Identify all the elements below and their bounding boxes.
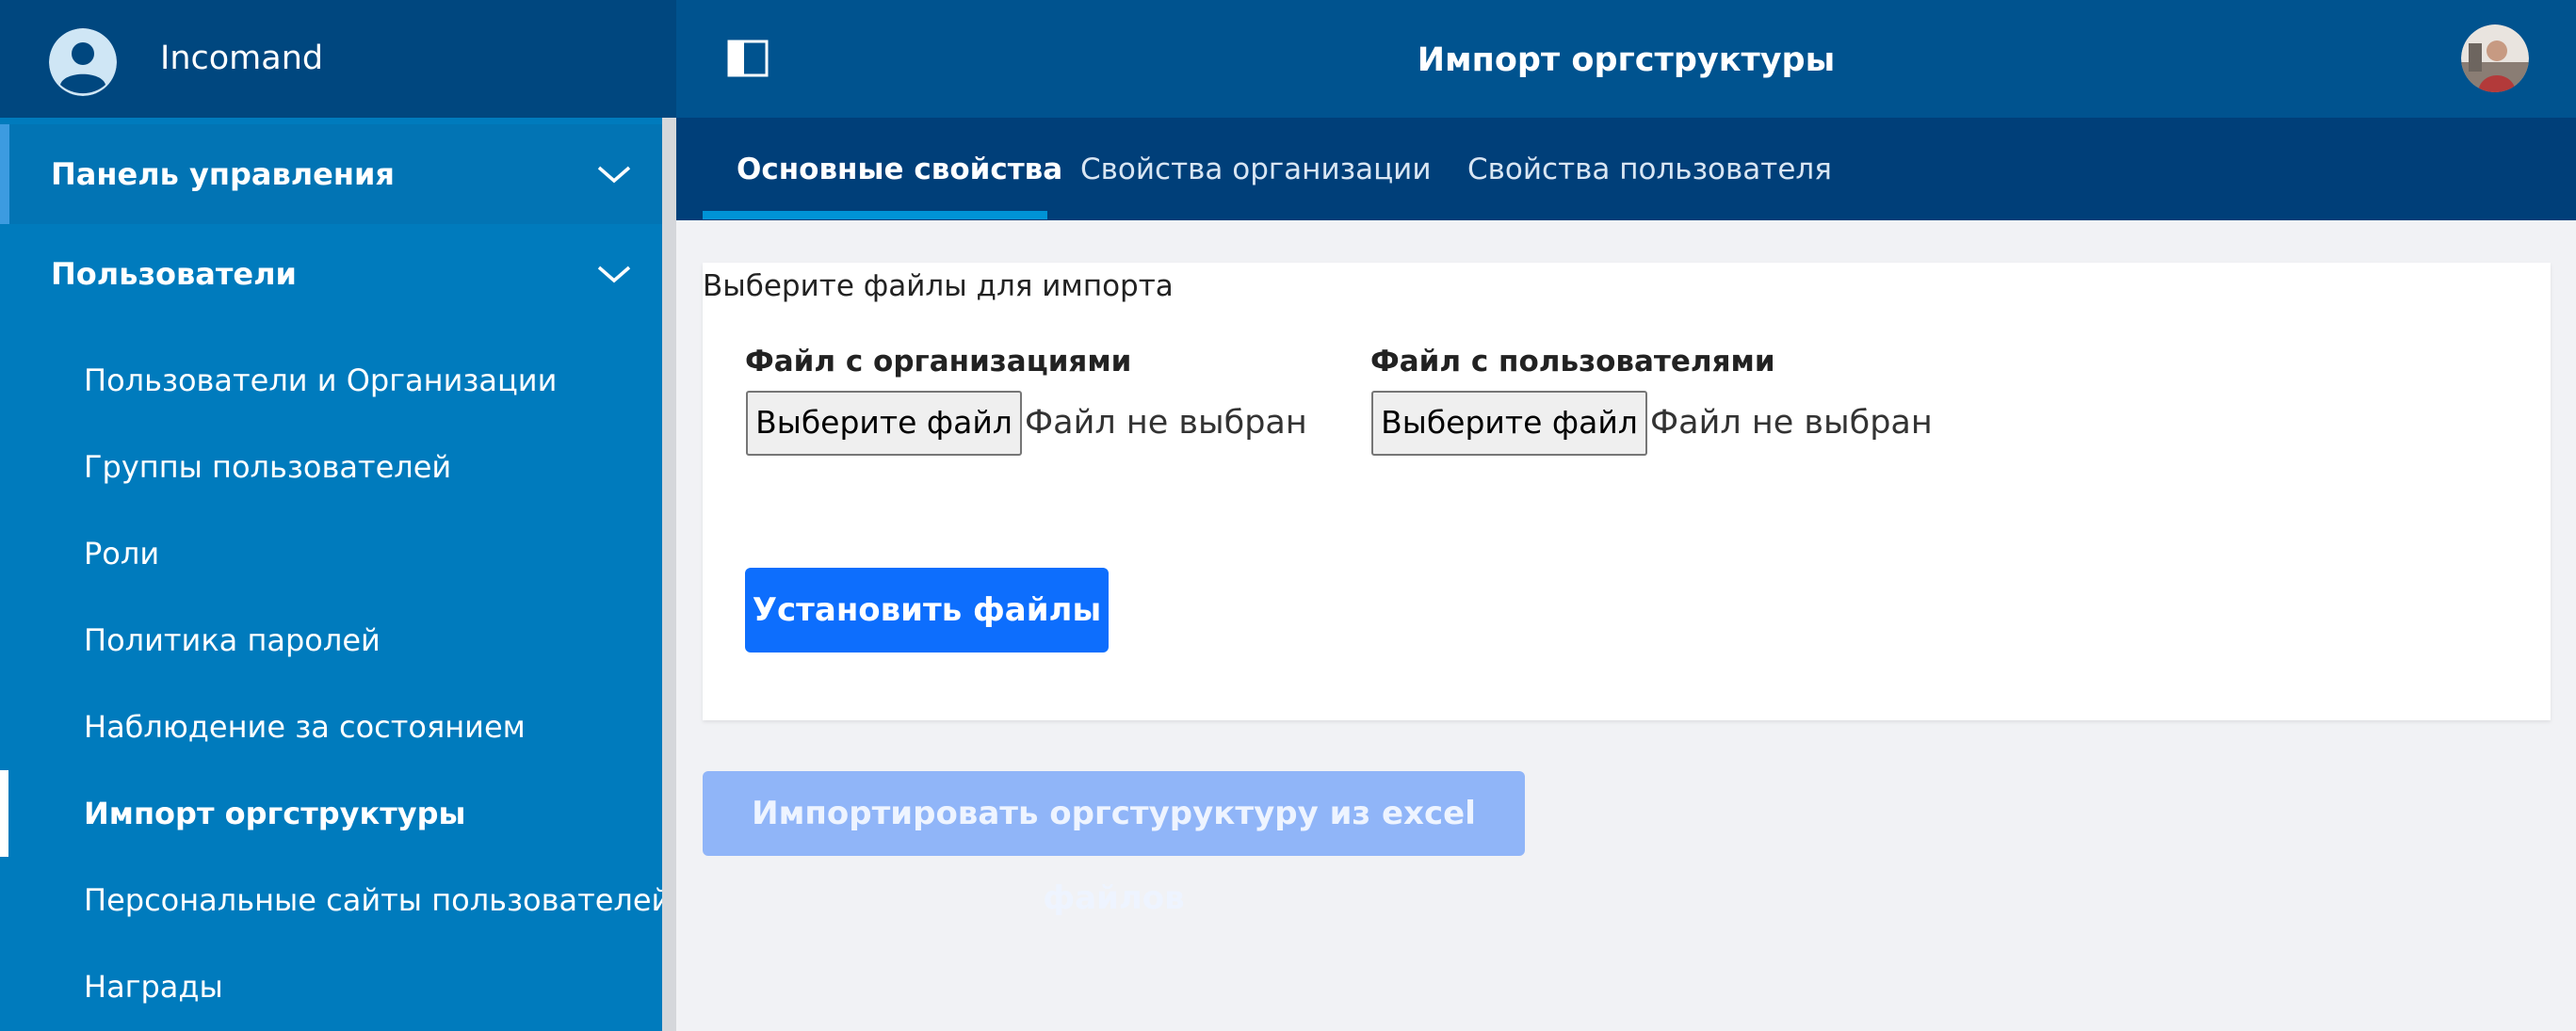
sidebar-item-label: Награды	[84, 969, 223, 1005]
upload-files-button[interactable]: Установить файлы	[745, 568, 1109, 652]
sidebar-item-label: Импорт оргструктуры	[84, 796, 466, 831]
tab-user-properties[interactable]: Свойства пользователя	[1467, 118, 1832, 220]
sidebar-item-label: Персональные сайты пользователей	[84, 882, 672, 918]
sidebar-item-label: Политика паролей	[84, 622, 381, 658]
sidebar-item-label: Группы пользователей	[84, 449, 452, 485]
sidebar-item-label: Наблюдение за состоянием	[84, 709, 526, 745]
sidebar-item-personal-sites[interactable]: Персональные сайты пользователей	[0, 857, 671, 943]
org-file-label: Файл с организациями	[745, 345, 1132, 379]
group-accent	[0, 124, 9, 224]
tab-bar: Основные свойства Свойства организации С…	[676, 118, 2576, 220]
org-file-status: Файл не выбран	[1025, 404, 1307, 442]
chevron-down-icon	[597, 166, 631, 184]
user-file-choose-button[interactable]: Выберите файл	[1371, 391, 1647, 456]
sidebar-header: Incomand	[0, 0, 676, 118]
sidebar: Incomand Панель управления Пользователи …	[0, 0, 676, 1031]
import-files-card: Выберите файлы для импорта Файл с органи…	[703, 263, 2551, 720]
sidebar-scrollbar[interactable]	[662, 118, 676, 1031]
tab-organization-properties[interactable]: Свойства организации	[1080, 118, 1431, 220]
sidebar-item-roles[interactable]: Роли	[0, 510, 662, 597]
topbar: Импорт оргструктуры	[676, 0, 2576, 118]
brand-name: Incomand	[160, 40, 324, 77]
sidebar-item-org-import[interactable]: Импорт оргструктуры	[0, 770, 662, 857]
sidebar-group-control-panel[interactable]: Панель управления	[0, 124, 662, 224]
sidebar-item-user-groups[interactable]: Группы пользователей	[0, 424, 662, 510]
user-placeholder-icon	[49, 28, 117, 96]
sidebar-item-health-monitoring[interactable]: Наблюдение за состоянием	[0, 684, 662, 770]
user-file-status: Файл не выбран	[1650, 404, 1933, 442]
sidebar-item-password-policy[interactable]: Политика паролей	[0, 597, 662, 684]
user-avatar[interactable]	[2461, 24, 2529, 92]
sidebar-item-users-and-orgs[interactable]: Пользователи и Организации	[0, 337, 662, 424]
tab-active-indicator	[703, 211, 1047, 219]
user-file-label: Файл с пользователями	[1370, 345, 1775, 379]
chevron-down-icon	[597, 266, 631, 283]
sidebar-group-label: Панель управления	[51, 156, 395, 192]
sidebar-group-users[interactable]: Пользователи	[0, 224, 662, 324]
avatar-photo-icon	[2461, 24, 2529, 92]
page-title: Импорт оргструктуры	[1417, 41, 1836, 79]
card-title: Выберите файлы для импорта	[703, 269, 1174, 303]
sidebar-item-label: Пользователи и Организации	[84, 362, 558, 398]
sidebar-item-awards[interactable]: Награды	[0, 943, 662, 1030]
sidebar-group-label: Пользователи	[51, 256, 297, 292]
active-indicator	[0, 770, 8, 857]
tab-basic-properties[interactable]: Основные свойства	[737, 118, 1062, 220]
org-file-choose-button[interactable]: Выберите файл	[746, 391, 1022, 456]
sidebar-toggle-icon[interactable]	[727, 40, 769, 77]
sidebar-item-label: Роли	[84, 536, 160, 572]
import-excel-button[interactable]: Импортировать оргстуруктуру из excel фай…	[703, 771, 1525, 917]
